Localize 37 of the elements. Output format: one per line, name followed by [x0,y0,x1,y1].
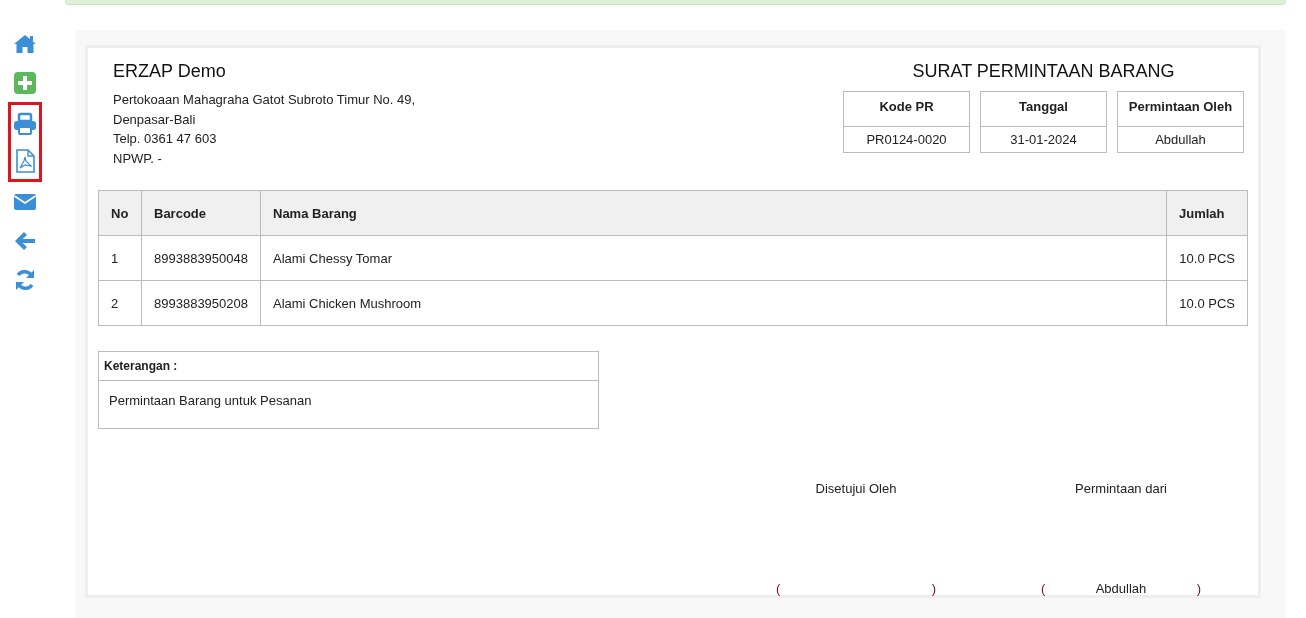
table-cell: Alami Chicken Mushroom [260,280,1167,326]
notes-label: Keterangan : [99,352,598,381]
table-cell: 8993883950048 [141,235,261,281]
table-cell: 8993883950208 [141,280,261,326]
pdf-file-icon [13,148,37,173]
table-cell: 10.0 PCS [1166,280,1248,326]
notes-text: Permintaan Barang untuk Pesanan [108,392,313,410]
signature-title: Disetujui Oleh [814,481,898,496]
info-label: Permintaan Oleh [1118,92,1243,127]
table-cell: Alami Chessy Tomar [260,235,1167,281]
parenthesis: ( [776,581,781,596]
company-address-line: Telp. 0361 47 603 [113,130,218,148]
signatory-name: Abdullah [1095,581,1147,596]
document-title: SURAT PERMINTAAN BARANG [912,61,1175,82]
printer-icon [13,111,37,136]
table-cell: 1 [98,235,142,281]
plus-icon [13,70,37,95]
info-value: PR0124-0020 [865,131,948,149]
company-address-line: Denpasar-Bali [113,110,197,129]
info-value: Abdullah [1154,131,1207,149]
info-label: Kode PR [844,92,969,127]
column-header: Barcode [141,190,261,236]
table-cell: 2 [98,280,142,326]
column-header: Jumlah [1166,190,1248,236]
company-address-line: Pertokoaan Mahagraha Gatot Subroto Timur No. 49, [113,91,416,109]
company-address-line: NPWP. - [113,149,163,168]
table-cell: 10.0 PCS [1166,235,1248,281]
parenthesis: ( [1041,581,1046,596]
parenthesis: ) [1196,581,1201,596]
info-value: 31-01-2024 [1009,131,1078,149]
column-header: Nama Barang [260,190,1167,236]
info-label: Tanggal [981,92,1106,127]
refresh-icon [13,267,37,292]
company-name: ERZAP Demo [113,61,227,82]
column-header: No [98,190,142,236]
signature-title: Permintaan dari [1074,481,1168,496]
parenthesis: ) [931,581,936,596]
